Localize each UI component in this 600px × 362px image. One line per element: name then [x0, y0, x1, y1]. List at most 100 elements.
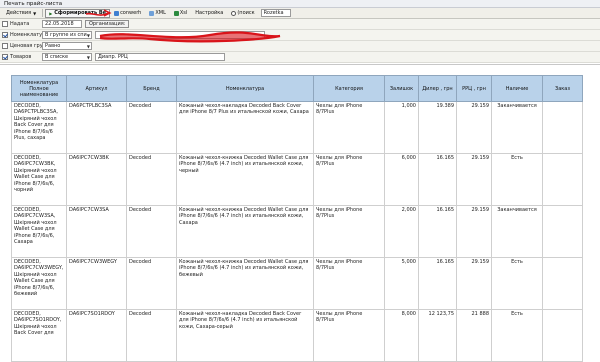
search-label: (поиск	[237, 10, 255, 16]
filter-price-group-mode: Равно	[45, 43, 61, 49]
cell-rrp: 21 888	[456, 309, 492, 362]
chevron-down-icon: ▼	[86, 33, 90, 38]
column-header[interactable]: Дилер , грн	[418, 75, 457, 102]
cell-stock: 1,000	[384, 101, 419, 154]
cell-name: Кожаный чехол-накладка Decoded Back Cove…	[176, 309, 314, 362]
cell-order[interactable]	[542, 205, 583, 258]
column-header[interactable]: Номенклатура Полное наименование	[11, 75, 67, 102]
filter-row-price-group: Ценовая группа Равно ▼	[0, 41, 600, 52]
cell-full-name: DECODED, DA6IPC7CW3SA, Шкіряний чохол Wa…	[11, 205, 67, 258]
cell-category: Чехлы для iPhone 8/7Plus	[313, 309, 385, 362]
table-row[interactable]: DECODED, DA6IPC7CW3WEGY, Шкіряний чохол …	[11, 257, 583, 310]
chevron-down-icon: ▼	[86, 44, 90, 49]
cell-article: DA6IPC7CW3BK	[66, 153, 127, 206]
filter-date-checkbox[interactable]	[2, 21, 8, 27]
xsl-icon	[173, 10, 179, 16]
cell-brand: Decoded	[126, 309, 177, 362]
table-row[interactable]: DECODED, DA6IPC7CW3SA, Шкіряний чохол Wa…	[11, 205, 583, 258]
filter-price-group-checkbox[interactable]	[2, 43, 8, 49]
search-input[interactable]: Rozetka	[260, 9, 291, 17]
actions-menu[interactable]: Действия ▼	[2, 9, 40, 18]
convert-label: conwerh	[120, 10, 142, 16]
filter-nomenclature-select[interactable]: В группе из спи ▼	[42, 31, 92, 39]
cell-stock: 8,000	[384, 309, 419, 362]
xsl-label: Xsl	[179, 10, 188, 16]
cell-order[interactable]	[542, 153, 583, 206]
actions-label: Действия	[6, 10, 32, 16]
cell-availability: Есть	[491, 153, 543, 206]
xml-label: XML	[155, 10, 166, 16]
filter-date-label: Надата	[10, 21, 30, 27]
chevron-down-icon: ▼	[86, 55, 90, 60]
cell-dealer: 19.389	[418, 101, 457, 154]
cell-dealer: 16.165	[418, 153, 457, 206]
xml-icon	[149, 10, 155, 16]
cell-full-name: DECODED, DA6PCTPLBC3SA, Шкіряний чохол B…	[11, 101, 67, 154]
toolbar: Действия ▼ ▶ Сформировать Ве conwerh XML X…	[0, 8, 600, 19]
cell-rrp: 29.159	[456, 257, 492, 310]
filter-row-nomenclature: Номенклатура В группе из спи▼	[0, 30, 600, 41]
settings-button[interactable]: Настройка	[191, 9, 227, 18]
filter-goods-mode: В списке	[45, 54, 69, 60]
filter-goods-value[interactable]: Диапр. РРЦ	[95, 53, 225, 61]
cell-rrp: 29.159	[456, 153, 492, 206]
cell-full-name: DECODED, DA6IPC7CW3BK, Шкіряний чохол Wa…	[11, 153, 67, 206]
column-header[interactable]: Номенклатура	[176, 75, 314, 102]
column-header[interactable]: Наличие	[491, 75, 543, 102]
table-row[interactable]: DECODED, DA6IPC7CW3BK, Шкіряний чохол Wa…	[11, 153, 583, 206]
generate-button[interactable]: ▶ Сформировать Ве	[45, 8, 111, 18]
filter-nomenclature-value[interactable]	[95, 31, 265, 39]
cell-category: Чехлы для iPhone 8/7Plus	[313, 101, 385, 154]
cell-dealer: 12 123,75	[418, 309, 457, 362]
filter-nomenclature-mode: В группе из спи	[45, 32, 87, 38]
cell-stock: 2,000	[384, 205, 419, 258]
cell-rrp: 29.159	[456, 101, 492, 154]
cell-rrp: 29.159	[456, 205, 492, 258]
filter-nomenclature-label: Номенклатура	[10, 32, 42, 38]
table-row[interactable]: DECODED, DA6PCTPLBC3SA, Шкіряний чохол B…	[11, 101, 583, 154]
settings-label: Настройка	[195, 10, 224, 16]
cell-brand: Decoded	[126, 153, 177, 206]
cell-brand: Decoded	[126, 257, 177, 310]
cell-article: DA6IPC7CW3WEGY	[66, 257, 127, 310]
cell-article: DA6IPC7SO1RDOY	[66, 309, 127, 362]
price-list-table: Номенклатура Полное наименование Артикул…	[11, 75, 583, 362]
table-row[interactable]: DECODED, DA6IPC7SO1RDOY, Шкіряний чохол …	[11, 309, 583, 362]
cell-article: DA6PCTPLBC3SA	[66, 101, 127, 154]
separator	[42, 9, 44, 17]
cell-availability: Есть	[491, 309, 543, 362]
search-toggle-button[interactable]: (поиск	[227, 9, 258, 18]
column-header[interactable]: Категория	[313, 75, 385, 102]
column-header[interactable]: Бренд	[126, 75, 177, 102]
cell-dealer: 16.165	[418, 205, 457, 258]
filter-price-group-select[interactable]: Равно ▼	[42, 42, 92, 50]
convert-icon	[114, 10, 120, 16]
cell-order[interactable]	[542, 309, 583, 362]
search-icon	[231, 10, 237, 16]
cell-full-name: DECODED, DA6IPC7SO1RDOY, Шкіряний чохол …	[11, 309, 67, 362]
cell-name: Кожаный чехол-книжка Decoded Wallet Case…	[176, 153, 314, 206]
filter-nomenclature-checkbox[interactable]	[2, 32, 8, 38]
convert-button[interactable]: conwerh	[110, 9, 145, 18]
filter-date-input[interactable]: 22.05.2018	[42, 20, 82, 28]
xsl-button[interactable]: Xsl	[170, 9, 191, 18]
filter-row-goods: Товаров В списке ▼ Диапр. РРЦ	[0, 52, 600, 63]
cell-article: DA6IPC7CW3SA	[66, 205, 127, 258]
cell-category: Чехлы для iPhone 8/7Plus	[313, 205, 385, 258]
cell-dealer: 16.165	[418, 257, 457, 310]
cell-order[interactable]	[542, 101, 583, 154]
chevron-down-icon: ▼	[33, 10, 37, 16]
cell-brand: Decoded	[126, 101, 177, 154]
column-header[interactable]: Заказ	[542, 75, 583, 102]
filter-goods-select[interactable]: В списке ▼	[42, 53, 92, 61]
table-header-row: Номенклатура Полное наименование Артикул…	[11, 75, 583, 102]
organization-button[interactable]: Организация:	[85, 20, 130, 28]
filter-goods-checkbox[interactable]	[2, 54, 8, 60]
cell-order[interactable]	[542, 257, 583, 310]
column-header[interactable]: Артикул	[66, 75, 127, 102]
filter-goods-label: Товаров	[10, 54, 32, 60]
column-header[interactable]: Залишок	[384, 75, 419, 102]
xml-button[interactable]: XML	[145, 9, 170, 18]
cell-name: Кожаный чехол-книжка Decoded Wallet Case…	[176, 257, 314, 310]
column-header[interactable]: РРЦ , грн	[456, 75, 492, 102]
